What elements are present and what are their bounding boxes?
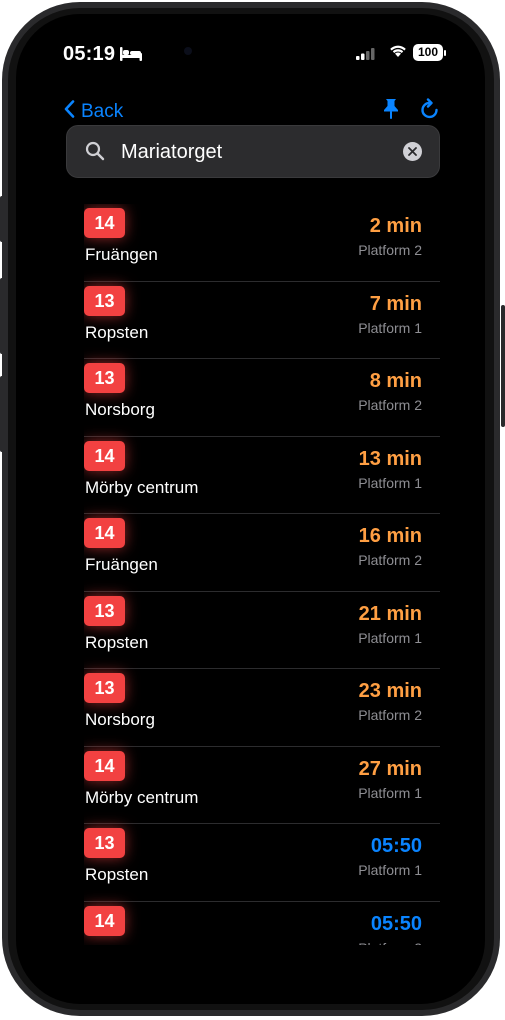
volume-down-button <box>0 376 4 452</box>
line-badge: 13 <box>84 673 125 703</box>
destination-label: Norsborg <box>85 710 155 729</box>
destination-label: Ropsten <box>85 632 149 652</box>
eta-label: 7 min <box>369 292 422 315</box>
line-badge: 14 <box>84 750 125 781</box>
back-label: Back <box>81 100 124 122</box>
departure-row[interactable]: 14 Mörby centrum 27 min Platform 1 <box>84 747 440 824</box>
eta-label: 05:50 <box>370 835 422 857</box>
departure-row[interactable]: 14 Fruängen 2 min Platform 2 <box>84 204 440 282</box>
dynamic-island <box>180 34 320 70</box>
departure-row[interactable]: 13 Ropsten 05:50 Platform 1 <box>84 824 440 902</box>
departure-row[interactable]: 13 Norsborg 23 min Platform 2 <box>84 669 440 747</box>
back-button[interactable]: Back <box>64 100 123 123</box>
sleep-focus-icon <box>120 47 142 66</box>
destination-label: Norsborg <box>85 400 155 419</box>
platform-label: Platform 2 <box>358 940 422 946</box>
destination-label: Mörby centrum <box>85 477 199 497</box>
eta-label: 2 min <box>369 215 422 237</box>
eta-label: 13 min <box>358 447 422 470</box>
volume-up-button <box>0 278 4 354</box>
platform-label: Platform 1 <box>358 862 422 878</box>
platform-label: Platform 2 <box>358 397 422 413</box>
destination-label: Ropsten <box>85 865 149 884</box>
departure-row[interactable]: 13 Ropsten 21 min Platform 1 <box>84 592 440 669</box>
status-bar: 05:19 100 <box>16 14 485 94</box>
departure-row[interactable]: 13 Ropsten 7 min Platform 1 <box>84 282 440 359</box>
power-button <box>501 305 505 427</box>
line-badge: 13 <box>84 595 125 626</box>
line-badge: 14 <box>84 518 125 548</box>
refresh-icon[interactable] <box>420 98 440 125</box>
line-badge: 14 <box>84 905 125 936</box>
line-badge: 14 <box>84 440 125 471</box>
line-badge: 13 <box>84 828 125 858</box>
line-badge: 14 <box>84 208 125 238</box>
eta-label: 8 min <box>369 370 422 392</box>
platform-label: Platform 2 <box>358 552 422 568</box>
eta-label: 23 min <box>358 680 422 702</box>
platform-label: Platform 1 <box>358 629 422 646</box>
departure-row[interactable]: 14 Fruängen 05:50 Platform 2 <box>84 902 440 946</box>
cellular-signal-icon <box>356 47 376 65</box>
platform-label: Platform 1 <box>358 784 422 801</box>
platform-label: Platform 2 <box>358 242 422 258</box>
wifi-icon <box>389 44 407 63</box>
destination-label: Fruängen <box>85 245 158 264</box>
departure-row[interactable]: 14 Mörby centrum 13 min Platform 1 <box>84 437 440 514</box>
front-camera <box>184 47 192 55</box>
screen: 05:19 100 Back Mariatorget 14 Fruängen 2… <box>16 14 485 1004</box>
eta-label: 27 min <box>358 757 422 780</box>
platform-label: Platform 2 <box>358 707 422 723</box>
battery-tip <box>444 50 446 56</box>
battery-indicator: 100 <box>413 44 443 61</box>
clear-search-icon[interactable] <box>403 142 422 161</box>
departure-row[interactable]: 14 Fruängen 16 min Platform 2 <box>84 514 440 592</box>
platform-label: Platform 1 <box>358 474 422 491</box>
departure-row[interactable]: 13 Norsborg 8 min Platform 2 <box>84 359 440 437</box>
destination-label: Ropsten <box>85 322 149 342</box>
platform-label: Platform 1 <box>358 319 422 336</box>
destination-label: Fruängen <box>85 555 158 574</box>
chevron-left-icon <box>64 100 75 123</box>
departures-list: 14 Fruängen 2 min Platform 2 13 Ropsten 7 min P… <box>84 204 440 945</box>
status-time: 05:19 <box>63 43 116 65</box>
line-badge: 13 <box>84 363 125 393</box>
pin-icon[interactable] <box>382 98 400 125</box>
action-button <box>0 196 4 242</box>
search-icon <box>85 141 105 166</box>
eta-label: 16 min <box>358 525 422 547</box>
navigation-bar: Back <box>16 86 485 122</box>
eta-label: 05:50 <box>370 912 422 935</box>
destination-label: Mörby centrum <box>85 787 199 807</box>
search-input[interactable] <box>121 137 391 167</box>
line-badge: 13 <box>84 285 125 316</box>
eta-label: 21 min <box>358 602 422 625</box>
destination-label: Fruängen <box>85 943 158 946</box>
search-bar <box>66 125 440 178</box>
